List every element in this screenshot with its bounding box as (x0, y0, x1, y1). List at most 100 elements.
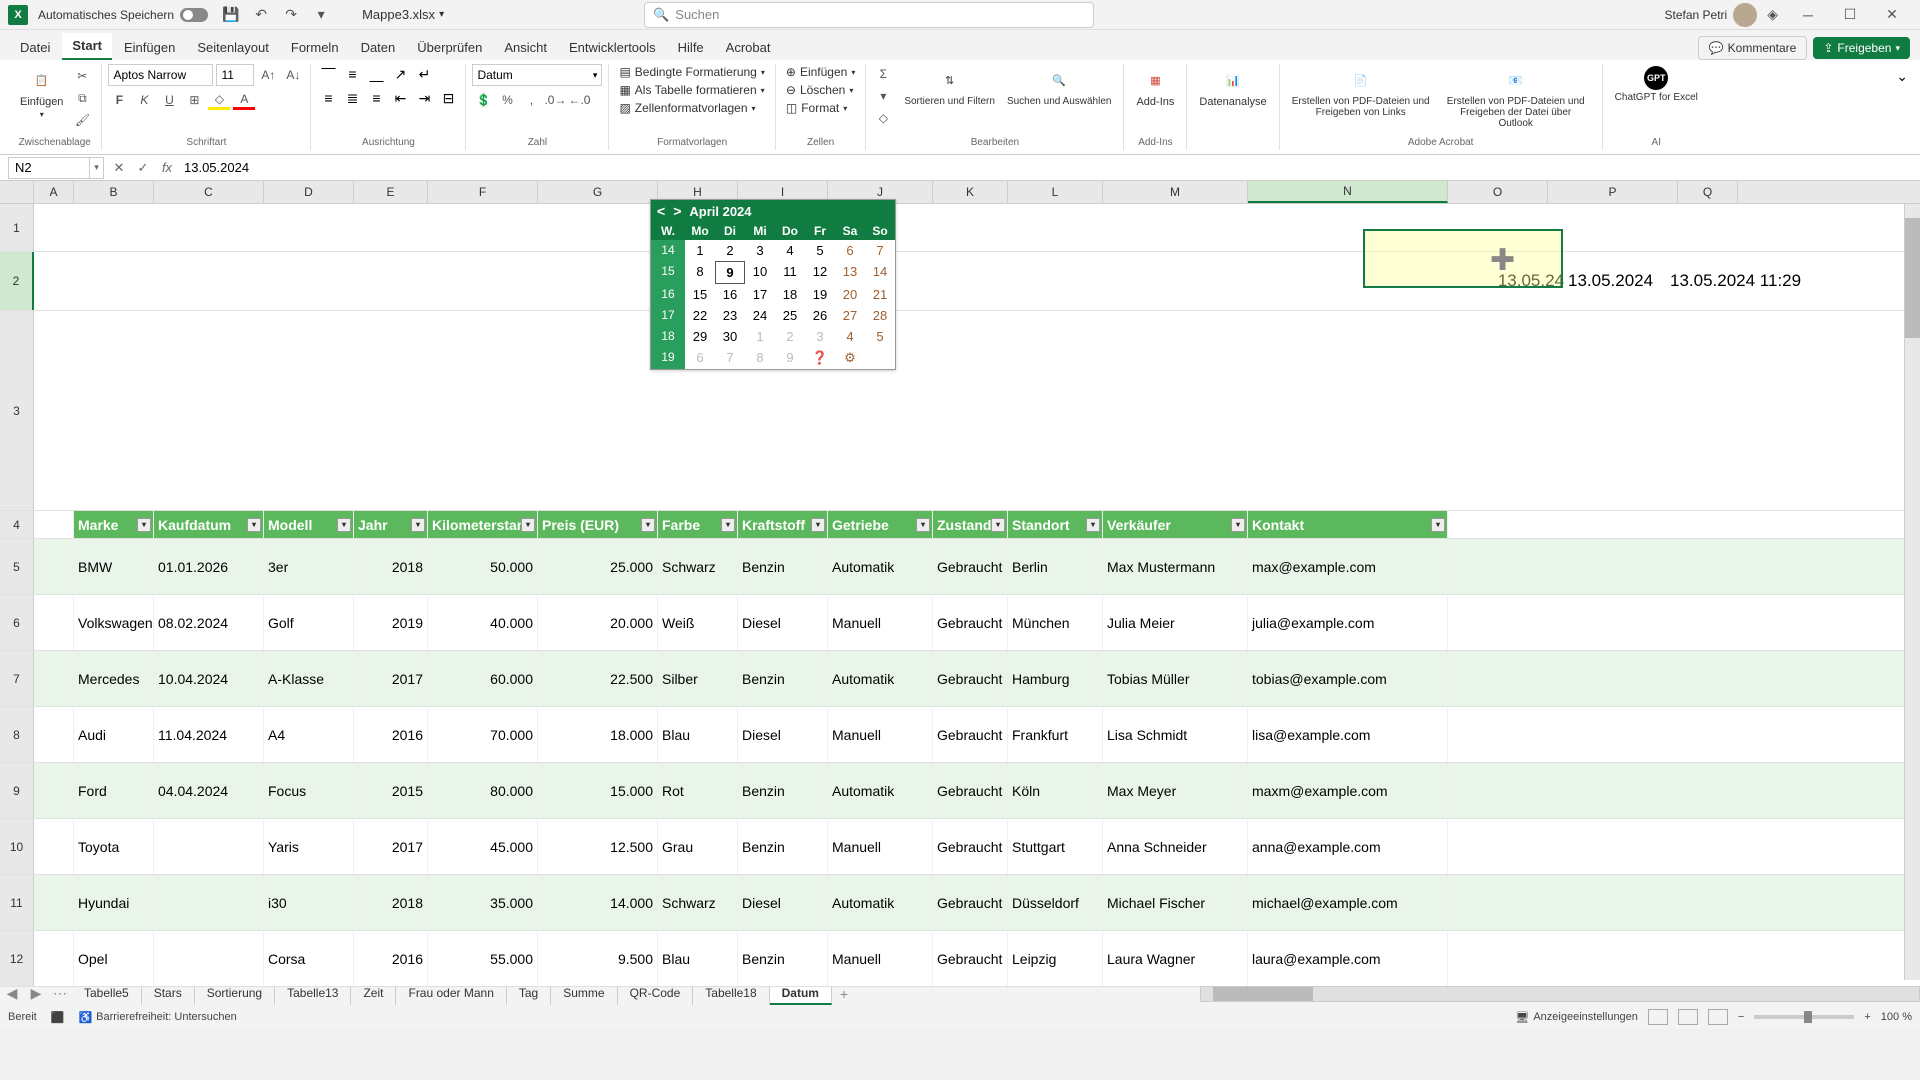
tab-start[interactable]: Start (62, 33, 112, 60)
align-middle-icon[interactable]: ≡ (341, 64, 363, 84)
table-cell[interactable] (154, 875, 264, 930)
tab-datei[interactable]: Datei (10, 35, 60, 60)
col-header-O[interactable]: O (1448, 181, 1548, 203)
table-cell[interactable]: Diesel (738, 875, 828, 930)
col-header-M[interactable]: M (1103, 181, 1248, 203)
cell-P2[interactable]: 13.05.2024 11:29 (1670, 271, 1801, 291)
table-cell[interactable]: 2018 (354, 875, 428, 930)
clear-icon[interactable]: ◇ (872, 108, 894, 128)
comments-button[interactable]: 💬Kommentare (1698, 36, 1808, 60)
cal-day[interactable]: 3 (805, 326, 835, 347)
table-cell[interactable]: 01.01.2026 (154, 539, 264, 594)
row-header-1[interactable]: 1 (0, 204, 34, 251)
table-cell[interactable]: Automatik (828, 539, 933, 594)
redo-icon[interactable]: ↷ (280, 4, 302, 26)
cal-day[interactable]: 4 (775, 240, 805, 261)
scrollbar-thumb[interactable] (1905, 218, 1920, 338)
filter-icon[interactable]: ▾ (337, 518, 351, 532)
cal-day[interactable]: 7 (715, 347, 745, 369)
autosave-toggle[interactable]: Automatisches Speichern (38, 8, 208, 22)
table-cell[interactable]: 14.000 (538, 875, 658, 930)
table-cell[interactable]: Toyota (74, 819, 154, 874)
row-header[interactable]: 6 (0, 595, 34, 650)
table-cell[interactable]: Diesel (738, 707, 828, 762)
align-left-icon[interactable]: ≡ (317, 88, 339, 108)
date-picker-calendar[interactable]: < > April 2024 W.MoDiMiDoFrSaSo141234567… (650, 199, 896, 370)
filter-icon[interactable]: ▾ (1231, 518, 1245, 532)
chatgpt-button[interactable]: GPTChatGPT for Excel (1609, 64, 1704, 105)
table-cell[interactable]: 18.000 (538, 707, 658, 762)
table-cell[interactable]: Blau (658, 707, 738, 762)
format-painter-icon[interactable]: 🖌 (71, 110, 93, 130)
table-cell[interactable]: 80.000 (428, 763, 538, 818)
table-cell[interactable]: Frankfurt (1008, 707, 1103, 762)
underline-button[interactable]: U (158, 90, 180, 110)
table-cell[interactable]: Berlin (1008, 539, 1103, 594)
tab-hilfe[interactable]: Hilfe (668, 35, 714, 60)
filename[interactable]: Mappe3.xlsx ▾ (362, 7, 444, 22)
table-cell[interactable]: 20.000 (538, 595, 658, 650)
align-bottom-icon[interactable]: ⎽ (365, 64, 387, 84)
table-cell[interactable]: Julia Meier (1103, 595, 1248, 650)
table-cell[interactable]: Automatik (828, 651, 933, 706)
horizontal-scrollbar[interactable] (1200, 986, 1920, 1002)
zoom-slider[interactable] (1754, 1015, 1854, 1019)
table-cell[interactable]: julia@example.com (1248, 595, 1448, 650)
cal-next-icon[interactable]: > (673, 203, 681, 219)
currency-icon[interactable]: 💲 (472, 90, 494, 110)
table-cell[interactable]: lisa@example.com (1248, 707, 1448, 762)
enter-formula-icon[interactable]: ✓ (132, 157, 154, 179)
table-cell[interactable]: Golf (264, 595, 354, 650)
addins-button[interactable]: ▦Add-Ins (1130, 64, 1180, 110)
table-cell[interactable]: Benzin (738, 763, 828, 818)
zoom-out-button[interactable]: − (1738, 1011, 1744, 1023)
cell[interactable] (34, 595, 74, 650)
table-cell[interactable]: 15.000 (538, 763, 658, 818)
table-header-preis[interactable]: Preis (EUR)▾ (538, 511, 658, 538)
grow-font-icon[interactable]: A↑ (257, 65, 279, 85)
table-cell[interactable]: laura@example.com (1248, 931, 1448, 986)
table-cell[interactable]: Köln (1008, 763, 1103, 818)
table-cell[interactable]: 2018 (354, 539, 428, 594)
comma-icon[interactable]: , (520, 90, 542, 110)
fill-icon[interactable]: ▾ (872, 86, 894, 106)
filter-icon[interactable]: ▾ (811, 518, 825, 532)
table-cell[interactable]: BMW (74, 539, 154, 594)
cal-day[interactable]: 9 (775, 347, 805, 369)
minimize-button[interactable]: ─ (1788, 2, 1828, 28)
tab-einfuegen[interactable]: Einfügen (114, 35, 185, 60)
table-cell[interactable]: Gebraucht (933, 763, 1008, 818)
cell[interactable] (34, 651, 74, 706)
table-cell[interactable]: tobias@example.com (1248, 651, 1448, 706)
cell[interactable] (34, 539, 74, 594)
row-header-2[interactable]: 2 (0, 252, 34, 310)
align-right-icon[interactable]: ≡ (365, 88, 387, 108)
cal-day[interactable]: 27 (835, 305, 865, 326)
table-cell[interactable]: Gebraucht (933, 875, 1008, 930)
table-cell[interactable]: Manuell (828, 595, 933, 650)
cal-day[interactable]: 18 (775, 284, 805, 305)
pdf-share-links-button[interactable]: 📄Erstellen von PDF-Dateien und Freigeben… (1286, 64, 1436, 120)
table-cell[interactable]: Gebraucht (933, 595, 1008, 650)
fill-color-icon[interactable]: ◇ (208, 90, 230, 110)
orientation-icon[interactable]: ↗ (389, 64, 411, 84)
sort-filter-button[interactable]: ⇅Sortieren und Filtern (898, 64, 1001, 109)
table-cell[interactable]: 45.000 (428, 819, 538, 874)
find-select-button[interactable]: 🔍Suchen und Auswählen (1001, 64, 1118, 109)
filter-icon[interactable]: ▾ (991, 518, 1005, 532)
table-cell[interactable]: A4 (264, 707, 354, 762)
tab-ueberpruefen[interactable]: Überprüfen (407, 35, 492, 60)
table-header-getriebe[interactable]: Getriebe▾ (828, 511, 933, 538)
filter-icon[interactable]: ▾ (1086, 518, 1100, 532)
spreadsheet-grid[interactable]: A B C D E F G H I J K L M N O P Q 1 2 13… (0, 181, 1920, 981)
col-header-E[interactable]: E (354, 181, 428, 203)
table-cell[interactable]: Automatik (828, 763, 933, 818)
name-box[interactable]: N2 (8, 157, 90, 179)
table-cell[interactable]: 70.000 (428, 707, 538, 762)
table-cell[interactable]: Gebraucht (933, 651, 1008, 706)
qat-dropdown-icon[interactable]: ▾ (310, 4, 332, 26)
cal-day[interactable]: 7 (865, 240, 895, 261)
cal-day[interactable]: 9 (715, 261, 745, 284)
table-header-farbe[interactable]: Farbe▾ (658, 511, 738, 538)
cell[interactable] (34, 875, 74, 930)
